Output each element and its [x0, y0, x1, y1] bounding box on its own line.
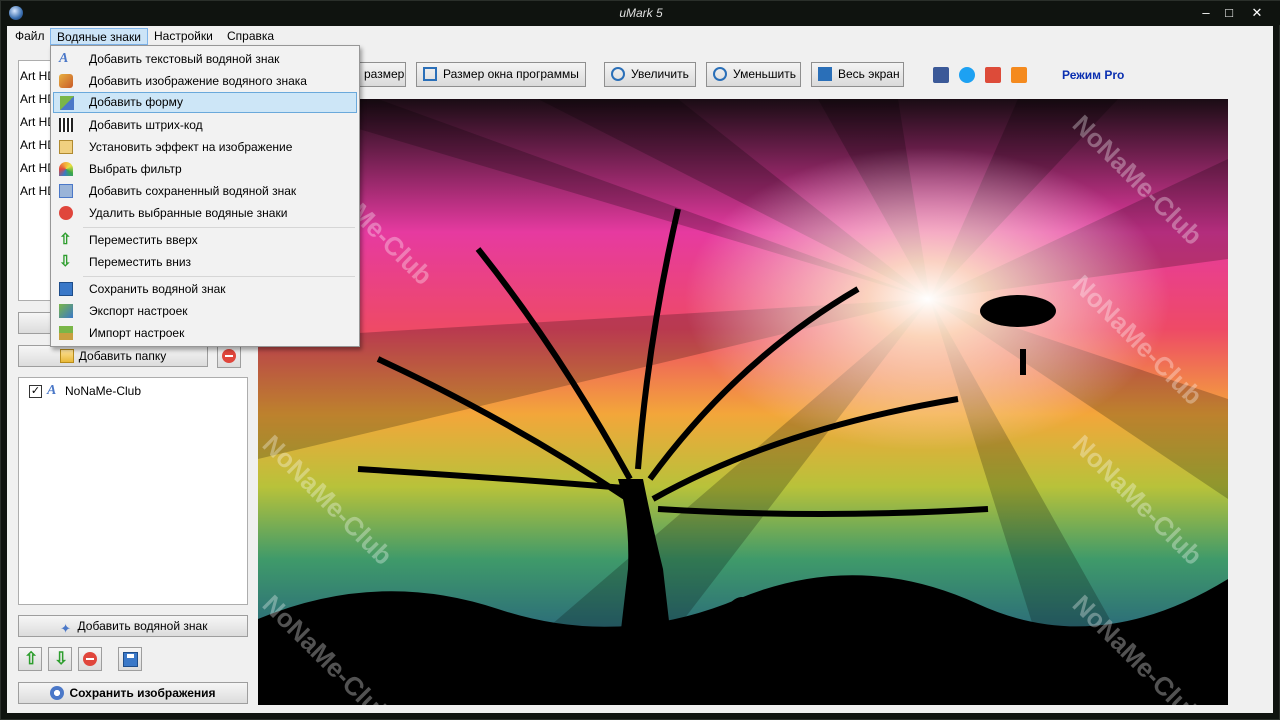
image-preview[interactable]: NoNaMe-Club NoNaMe-Club NoNaMe-Club NoNa… [258, 99, 1228, 705]
menu-add-barcode[interactable]: Добавить штрих-код [53, 115, 357, 136]
fit-window-icon [423, 67, 437, 81]
arrow-up-icon: ⇧ [59, 231, 72, 248]
add-watermark-button[interactable]: ✦ Добавить водяной знак [18, 615, 248, 637]
menu-file[interactable]: Файл [9, 28, 51, 45]
close-icon[interactable]: ✕ [1248, 4, 1266, 22]
save-watermark-button[interactable] [118, 647, 142, 671]
menu-separator [83, 276, 355, 277]
fit-window-label: Размер окна программы [443, 67, 579, 81]
menu-set-effect[interactable]: Установить эффект на изображение [53, 137, 357, 158]
facebook-icon[interactable] [933, 67, 949, 83]
save-icon [123, 652, 138, 667]
save-icon [59, 282, 73, 296]
add-watermark-label: Добавить водяной знак [77, 619, 208, 633]
barcode-icon [59, 118, 73, 132]
delete-icon [222, 349, 236, 363]
menu-delete-selected[interactable]: Удалить выбранные водяные знаки [53, 203, 357, 224]
watermark-checkbox[interactable]: ✓ [29, 385, 42, 398]
arrow-down-icon: ⇩ [54, 649, 69, 668]
menu-item-label: Переместить вниз [89, 255, 192, 269]
zoom-out-button[interactable]: Уменьшить [706, 62, 801, 87]
move-down-button[interactable]: ⇩ [48, 647, 72, 671]
actual-size-label: размер [364, 67, 405, 81]
folder-icon [59, 349, 74, 363]
zoom-in-button[interactable]: Увеличить [604, 62, 696, 87]
image-icon [59, 74, 73, 88]
menu-add-saved-watermark[interactable]: Добавить сохраненный водяной знак [53, 181, 357, 202]
menu-item-label: Удалить выбранные водяные знаки [89, 206, 288, 220]
menu-watermarks[interactable]: Водяные знаки [50, 28, 148, 45]
rss-icon[interactable] [1011, 67, 1027, 83]
zoom-in-icon [611, 67, 625, 81]
menu-item-label: Экспорт настроек [89, 304, 188, 318]
effect-icon [59, 140, 73, 154]
menu-item-label: Добавить сохраненный водяной знак [89, 184, 297, 198]
fullscreen-icon [818, 67, 832, 81]
watermark-item-label[interactable]: NoNaMe-Club [65, 384, 141, 398]
menu-import-settings[interactable]: Импорт настроек [53, 323, 357, 344]
remove-folder-button[interactable] [217, 344, 241, 368]
menu-item-label: Сохранить водяной знак [89, 282, 226, 296]
pin-icon: ✦ [60, 621, 71, 636]
menu-move-up[interactable]: ⇧ Переместить вверх [53, 230, 357, 251]
gear-icon [50, 686, 65, 700]
save-images-label: Сохранить изображения [69, 686, 216, 700]
export-icon [59, 304, 73, 318]
arrow-down-icon: ⇩ [59, 253, 72, 270]
twitter-icon[interactable] [959, 67, 975, 83]
menu-item-label: Установить эффект на изображение [89, 140, 293, 154]
fullscreen-button[interactable]: Весь экран [811, 62, 904, 87]
shape-icon [60, 96, 74, 110]
menu-move-down[interactable]: ⇩ Переместить вниз [53, 252, 357, 273]
zoom-in-label: Увеличить [631, 67, 689, 81]
title-bar: uMark 5 – □ ✕ [1, 1, 1280, 25]
import-icon [59, 326, 73, 340]
menu-add-text-watermark[interactable]: A Добавить текстовый водяной знак [53, 49, 357, 70]
delete-icon [59, 206, 73, 220]
pro-mode-link[interactable]: Режим Pro [1062, 68, 1124, 82]
text-icon: A [59, 51, 69, 66]
menu-save-watermark[interactable]: Сохранить водяной знак [53, 279, 357, 300]
fit-window-button[interactable]: Размер окна программы [416, 62, 586, 87]
menu-separator [83, 227, 355, 228]
saved-watermark-icon [59, 184, 73, 198]
delete-watermark-button[interactable] [78, 647, 102, 671]
fullscreen-label: Весь экран [838, 67, 900, 81]
zoom-out-label: Уменьшить [733, 67, 796, 81]
zoom-out-icon [713, 67, 727, 81]
arrow-up-icon: ⇧ [24, 649, 39, 668]
watermarks-dropdown-menu: A Добавить текстовый водяной знак Добавит… [50, 45, 360, 347]
maximize-icon[interactable]: □ [1220, 4, 1238, 22]
watermark-list[interactable]: ✓ A NoNaMe-Club [18, 377, 248, 605]
menu-item-label: Добавить текстовый водяной знак [89, 52, 280, 66]
save-images-button[interactable]: Сохранить изображения [18, 682, 248, 704]
menu-add-shape[interactable]: Добавить форму [53, 92, 357, 113]
window-title: uMark 5 [619, 6, 663, 20]
menu-item-label: Выбрать фильтр [89, 162, 182, 176]
menu-bar: Файл Водяные знаки Настройки Справка [7, 26, 1273, 47]
rainbow-icon [59, 162, 73, 176]
delete-icon [83, 652, 97, 666]
minimize-icon[interactable]: – [1197, 4, 1215, 22]
app-window: uMark 5 – □ ✕ Файл Водяные знаки Настрой… [0, 0, 1280, 720]
google-plus-icon[interactable] [985, 67, 1001, 83]
menu-item-label: Переместить вверх [89, 233, 198, 247]
add-folder-label: Добавить папку [78, 349, 167, 363]
menu-help[interactable]: Справка [221, 28, 280, 45]
menu-item-label: Добавить форму [89, 95, 183, 109]
menu-item-label: Импорт настроек [89, 326, 185, 340]
menu-choose-filter[interactable]: Выбрать фильтр [53, 159, 357, 180]
move-up-button[interactable]: ⇧ [18, 647, 42, 671]
text-icon: A [47, 383, 57, 398]
menu-add-image-watermark[interactable]: Добавить изображение водяного знака [53, 71, 357, 92]
menu-item-label: Добавить штрих-код [89, 118, 203, 132]
menu-item-label: Добавить изображение водяного знака [89, 74, 307, 88]
menu-settings[interactable]: Настройки [148, 28, 219, 45]
menu-export-settings[interactable]: Экспорт настроек [53, 301, 357, 322]
add-folder-button[interactable]: Добавить папку [18, 345, 208, 367]
